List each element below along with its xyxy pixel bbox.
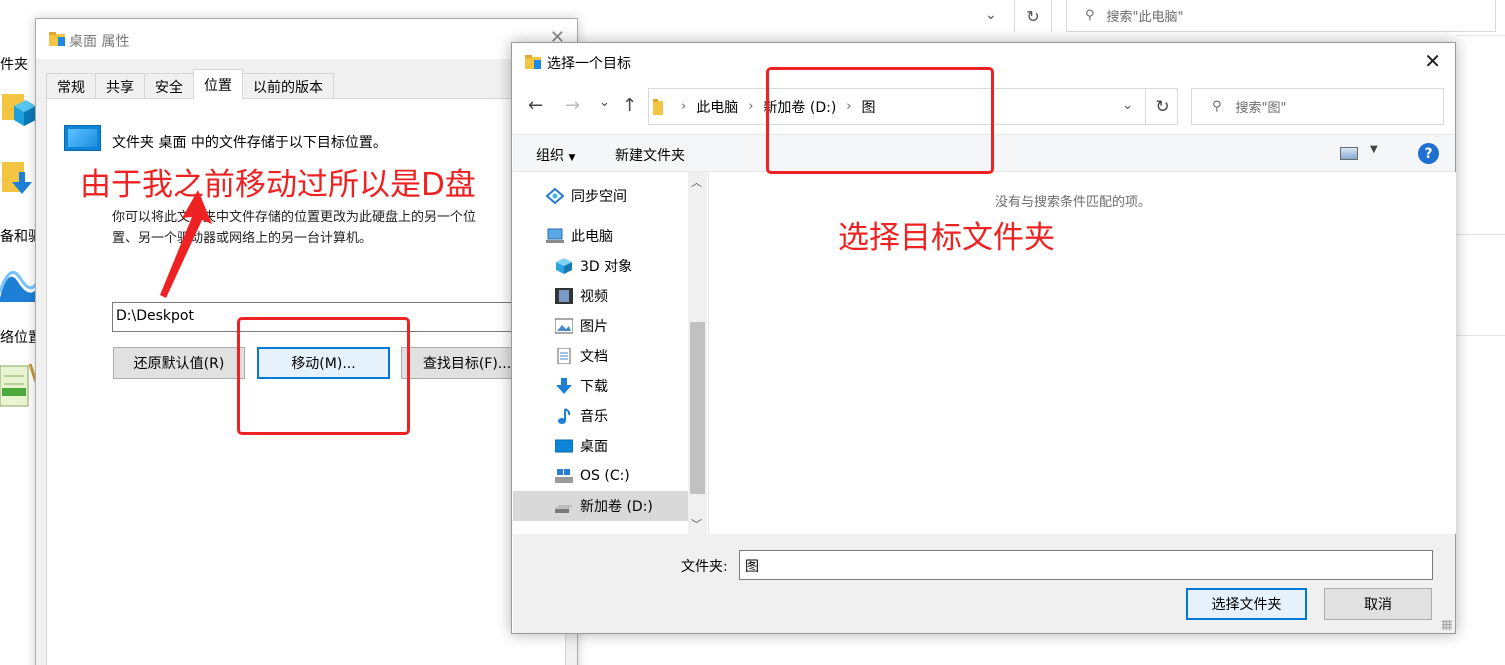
nav-item-drive-d[interactable]: 新加卷 (D:) <box>513 491 689 521</box>
downloads-folder-icon <box>0 158 36 198</box>
file-list-pane[interactable]: 没有与搜索条件匹配的项。 <box>708 172 1456 534</box>
back-arrow-icon[interactable]: ← <box>528 95 543 116</box>
new-folder-button[interactable]: 新建文件夹 <box>615 145 685 165</box>
search-icon: ⚲ <box>1085 8 1095 23</box>
annotation-left-note: 由于我之前移动过所以是D盘 <box>80 167 476 203</box>
tab-location[interactable]: 位置 <box>193 69 243 99</box>
scroll-thumb[interactable] <box>690 322 705 494</box>
nav-item-3d-objects[interactable]: 3D 对象 <box>513 251 689 281</box>
divider <box>1456 234 1505 235</box>
navigation-pane: 同步空间 此电脑 3D 对象 视频 图片 文档 下载 音乐 桌面 OS (C:)… <box>513 172 708 534</box>
tab-strip: 常规 共享 安全 位置 以前的版本 <box>46 69 334 99</box>
picker-footer: 文件夹: 图 选择文件夹 取消 <box>513 534 1455 633</box>
network-icon <box>0 262 38 302</box>
chevron-right-icon: › <box>748 99 754 114</box>
background-search-input[interactable]: ⚲ 搜索"此电脑" <box>1066 0 1496 32</box>
organize-menu[interactable]: 组织 ▼ <box>536 145 575 165</box>
folder-name-field[interactable]: 图 <box>739 550 1433 580</box>
refresh-icon: ↻ <box>1026 6 1040 26</box>
chevron-down-icon: ▼ <box>568 153 576 163</box>
tab-sharing[interactable]: 共享 <box>95 73 145 99</box>
nav-item-music[interactable]: 音乐 <box>513 401 689 431</box>
folder-icon <box>49 32 65 46</box>
breadcrumb-this-pc[interactable]: 此电脑 <box>696 97 738 117</box>
tab-security[interactable]: 安全 <box>144 73 194 99</box>
refresh-icon: ↻ <box>1155 96 1170 117</box>
tab-previous-versions[interactable]: 以前的版本 <box>242 73 334 99</box>
nav-scrollbar[interactable]: ︿ ﹀ <box>688 172 707 534</box>
drive-c-icon <box>555 468 573 484</box>
picker-title: 选择一个目标 <box>547 56 631 72</box>
help-icon[interactable]: ? <box>1418 143 1439 164</box>
annotation-right-note: 选择目标文件夹 <box>838 220 1055 256</box>
3d-objects-icon <box>555 258 573 274</box>
video-icon <box>555 288 573 304</box>
nav-item-documents[interactable]: 文档 <box>513 341 689 371</box>
annotation-box-move-button <box>237 317 410 435</box>
nav-item-this-pc[interactable]: 此电脑 <box>513 221 689 251</box>
chevron-right-icon: › <box>681 99 687 114</box>
desktop-icon <box>554 438 574 454</box>
empty-message: 没有与搜索条件匹配的项。 <box>995 195 1152 210</box>
restore-default-button[interactable]: 还原默认值(R) <box>113 347 245 379</box>
nav-item-downloads[interactable]: 下载 <box>513 371 689 401</box>
drive-d-icon <box>555 498 573 514</box>
chevron-down-icon[interactable]: ⌄ <box>1122 98 1133 113</box>
annotation-arrow-icon <box>160 190 212 298</box>
left-label-folders: 件夹 <box>0 57 28 73</box>
dialog-titlebar: 桌面 属性 ✕ <box>36 19 577 59</box>
this-pc-icon <box>546 228 564 244</box>
annotation-box-breadcrumb <box>766 67 994 174</box>
pictures-icon <box>554 318 574 334</box>
address-dropdown-icon[interactable]: ⌄ <box>985 7 1005 27</box>
location-description: 文件夹 桌面 中的文件存储于以下目标位置。 <box>112 135 387 151</box>
dialog-title: 桌面 属性 <box>69 34 130 50</box>
documents-icon <box>555 347 573 365</box>
up-arrow-icon[interactable]: ↑ <box>622 95 637 116</box>
resize-grip-icon[interactable] <box>1442 620 1452 630</box>
downloads-icon <box>555 378 573 394</box>
chevron-down-icon[interactable]: ▼ <box>1370 144 1378 155</box>
music-icon <box>555 408 573 424</box>
search-icon: ⚲ <box>1212 99 1222 114</box>
refresh-button[interactable]: ↻ <box>1014 0 1052 32</box>
tab-general[interactable]: 常规 <box>46 73 96 99</box>
nav-item-video[interactable]: 视频 <box>513 281 689 311</box>
desktop-folder-icon <box>64 125 101 151</box>
nav-item-sync-space[interactable]: 同步空间 <box>513 181 689 211</box>
folder-icon <box>653 98 663 115</box>
nav-item-drive-c[interactable]: OS (C:) <box>513 461 689 491</box>
chevron-up-icon[interactable]: ︿ <box>691 174 702 190</box>
divider <box>1456 335 1505 336</box>
view-options-icon[interactable] <box>1340 147 1358 160</box>
folder-icon <box>525 55 541 69</box>
nav-item-pictures[interactable]: 图片 <box>513 311 689 341</box>
picker-search-input[interactable]: ⚲ 搜索"图" <box>1191 88 1444 125</box>
notepad-app-icon <box>0 362 38 407</box>
close-icon[interactable]: ✕ <box>1424 49 1441 73</box>
nav-item-desktop[interactable]: 桌面 <box>513 431 689 461</box>
folder-label: 文件夹: <box>681 559 728 575</box>
cancel-button[interactable]: 取消 <box>1324 588 1432 620</box>
select-folder-button[interactable]: 选择文件夹 <box>1186 588 1307 620</box>
recent-locations-chevron-icon[interactable]: ⌄ <box>599 95 610 110</box>
divider <box>1456 35 1505 36</box>
chevron-down-icon[interactable]: ﹀ <box>691 516 702 532</box>
3d-folder-icon <box>0 90 36 130</box>
forward-arrow-icon[interactable]: → <box>565 95 580 116</box>
sync-space-icon <box>545 187 565 205</box>
refresh-button[interactable]: ↻ <box>1145 89 1179 124</box>
